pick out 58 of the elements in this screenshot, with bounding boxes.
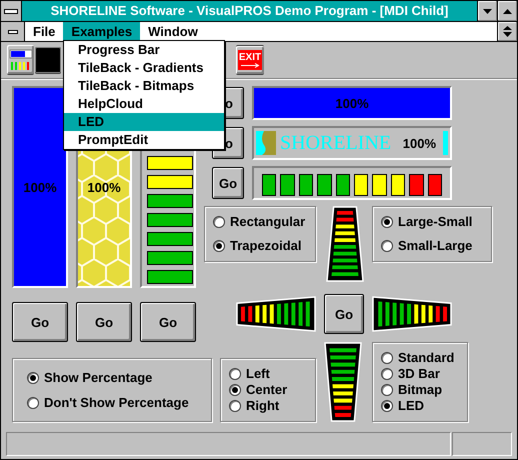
radio-button[interactable]: Trapezoidal	[213, 238, 315, 254]
banner-text: SHORELINE	[280, 132, 392, 154]
maximize-button[interactable]	[497, 1, 517, 21]
arrow-icon	[240, 62, 260, 68]
window-title: SHORELINE Software - VisualPROS Demo Program - [MDI Child]	[50, 2, 450, 20]
go-button[interactable]: Go	[12, 302, 68, 342]
go-button[interactable]: Go	[140, 302, 196, 342]
menu-bar-item[interactable]: Window	[140, 22, 206, 41]
percent-label: 100%	[23, 180, 57, 194]
up-down-icon	[503, 26, 512, 37]
restore-button[interactable]	[497, 22, 517, 41]
tile-pattern-drawing	[256, 131, 276, 155]
down-triangle-icon	[483, 8, 492, 14]
radio-button[interactable]: Small-Large	[381, 238, 491, 254]
dash-icon	[4, 8, 18, 14]
radio-circle[interactable]	[381, 352, 393, 364]
radio-circle[interactable]	[381, 240, 393, 252]
radio-circle[interactable]	[381, 216, 393, 228]
minimize-button[interactable]	[477, 1, 497, 21]
radio-circle[interactable]	[27, 396, 39, 408]
document-menu-button[interactable]	[1, 22, 25, 41]
radio-button[interactable]: LED	[381, 398, 467, 414]
exit-button[interactable]: EXIT	[236, 45, 264, 75]
radio-circle[interactable]	[229, 384, 241, 396]
radio-circle[interactable]	[213, 240, 225, 252]
radio-button[interactable]: Left	[229, 366, 315, 382]
menu-item[interactable]: LED	[64, 113, 224, 131]
radio-circle[interactable]	[213, 216, 225, 228]
radio-button[interactable]: Right	[229, 398, 315, 414]
go-button[interactable]: Go	[212, 167, 244, 199]
radio-button[interactable]: 3D Bar	[381, 366, 467, 382]
go-button[interactable]: Go	[324, 294, 364, 334]
up-triangle-icon	[503, 8, 512, 14]
radio-button[interactable]: Center	[229, 382, 315, 398]
system-menu-button[interactable]	[1, 1, 22, 21]
menu-item[interactable]: TileBack - Gradients	[64, 59, 224, 77]
swatch-button[interactable]	[35, 46, 61, 74]
radio-button[interactable]: Don't Show Percentage	[27, 394, 211, 410]
tile-strip	[443, 131, 448, 155]
menu-bar-item[interactable]: File	[25, 22, 64, 41]
radio-circle[interactable]	[229, 400, 241, 412]
meter-icon[interactable]	[7, 45, 34, 75]
menu-bar-item[interactable]: Examples	[63, 22, 140, 41]
go-button[interactable]: Go	[76, 302, 132, 342]
radio-circle[interactable]	[27, 372, 39, 384]
radio-button[interactable]: Standard	[381, 350, 467, 366]
radio-circle[interactable]	[229, 368, 241, 380]
radio-button[interactable]: Large-Small	[381, 214, 491, 230]
radio-button[interactable]: Show Percentage	[27, 370, 211, 386]
percent-label: 100%	[402, 136, 436, 150]
percent-label: 100%	[335, 96, 369, 110]
radio-circle[interactable]	[381, 384, 393, 396]
radio-button[interactable]: Rectangular	[213, 214, 315, 230]
radio-button[interactable]: Bitmap	[381, 382, 467, 398]
dash-icon	[8, 30, 18, 34]
menu-item[interactable]: Progress Bar	[64, 41, 224, 59]
radio-circle[interactable]	[381, 400, 393, 412]
radio-circle[interactable]	[381, 368, 393, 380]
